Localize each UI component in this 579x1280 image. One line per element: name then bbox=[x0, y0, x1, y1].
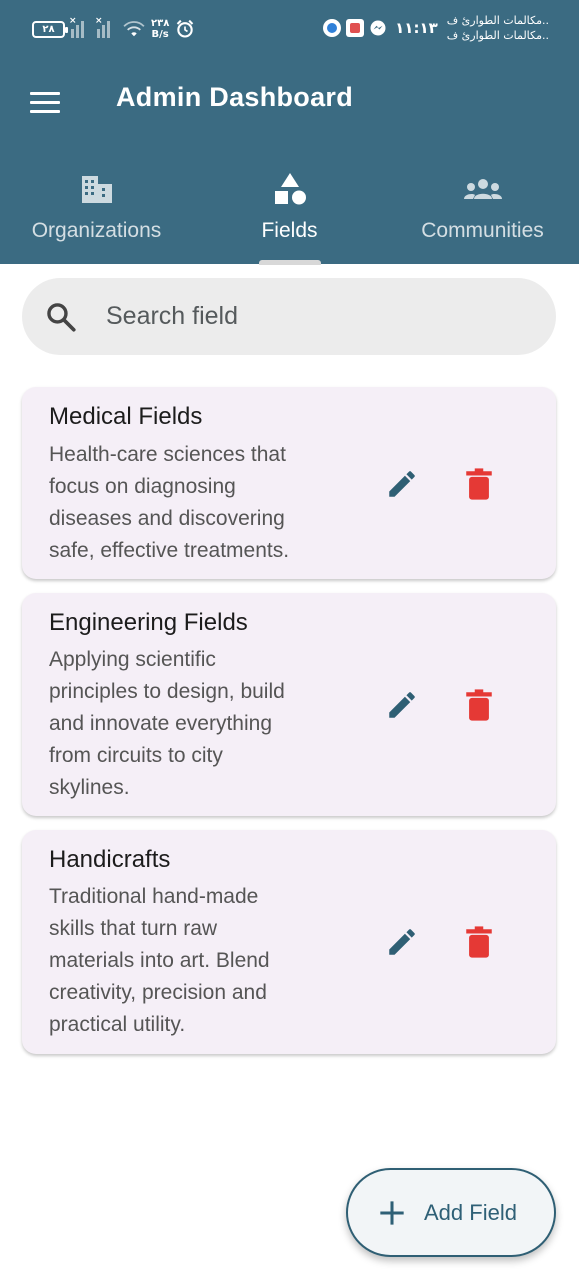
tab-organizations-label: Organizations bbox=[31, 219, 162, 242]
tab-fields[interactable]: Fields bbox=[193, 160, 386, 264]
field-description-line: materials into art. Blend bbox=[49, 949, 270, 972]
building-icon bbox=[81, 176, 112, 203]
field-card: Medical Fields Health-care sciences that… bbox=[22, 387, 556, 579]
battery-level: ٢٨ bbox=[42, 23, 55, 35]
category-shapes-icon bbox=[274, 173, 306, 205]
tab-communities[interactable]: Communities bbox=[386, 160, 579, 264]
delete-icon[interactable] bbox=[464, 688, 494, 722]
add-field-label: Add Field bbox=[424, 1199, 517, 1225]
field-name: Handicrafts bbox=[49, 846, 171, 873]
signal-icon: × bbox=[69, 16, 91, 38]
field-description-line: principles to design, build bbox=[49, 680, 285, 703]
status-right: ١١:١٣ مكالمات الطوارئ ف.. مكالمات الطوار… bbox=[323, 10, 549, 46]
app-bar: Admin Dashboard bbox=[0, 72, 579, 132]
browser-app-icon bbox=[323, 19, 342, 37]
notification-line-2: مكالمات الطوارئ ف.. bbox=[446, 29, 549, 42]
field-description-line: creativity, precision and bbox=[49, 981, 267, 1004]
delete-icon[interactable] bbox=[464, 467, 494, 501]
edit-icon[interactable] bbox=[385, 925, 419, 959]
field-description-line: diseases and discovering bbox=[49, 507, 285, 530]
messenger-icon bbox=[370, 20, 386, 36]
search-icon bbox=[47, 302, 76, 332]
tab-communities-label: Communities bbox=[421, 219, 544, 242]
status-time: ١١:١٣ bbox=[395, 19, 438, 37]
notification-line-1: مكالمات الطوارئ ف.. bbox=[446, 14, 549, 27]
tab-fields-label: Fields bbox=[261, 219, 318, 242]
add-field-button[interactable]: Add Field bbox=[346, 1168, 556, 1257]
tab-organizations[interactable]: Organizations bbox=[0, 160, 193, 264]
plus-icon bbox=[380, 1200, 404, 1225]
field-description-line: focus on diagnosing bbox=[49, 475, 236, 498]
app-notification-icon bbox=[346, 19, 365, 37]
field-name: Engineering Fields bbox=[49, 609, 248, 636]
app-screen: ٢٨ × × ٢٣٨ B/s ١١:١٣ مكالمات الطوارئ ف..… bbox=[0, 0, 579, 1280]
tab-bar: Organizations Fields Communities bbox=[0, 160, 579, 264]
edit-icon[interactable] bbox=[385, 467, 419, 501]
alarm-icon bbox=[177, 19, 194, 38]
battery-icon: ٢٨ bbox=[32, 20, 68, 38]
search-input[interactable]: Search field bbox=[22, 278, 556, 355]
notification-text: مكالمات الطوارئ ف.. مكالمات الطوارئ ف.. bbox=[447, 13, 549, 43]
groups-icon bbox=[463, 179, 502, 199]
page-title: Admin Dashboard bbox=[116, 82, 354, 112]
tab-indicator bbox=[259, 260, 321, 265]
status-bar: ٢٨ × × ٢٣٨ B/s ١١:١٣ مكالمات الطوارئ ف..… bbox=[0, 0, 579, 60]
field-description-line: safe, effective treatments. bbox=[49, 539, 290, 562]
field-description-line: practical utility. bbox=[49, 1013, 186, 1036]
field-description-line: Applying scientific bbox=[49, 648, 216, 671]
field-description: Traditional hand-made skills that turn r… bbox=[49, 881, 349, 1041]
delete-icon[interactable] bbox=[464, 925, 494, 959]
edit-icon[interactable] bbox=[385, 688, 419, 722]
field-card: Engineering Fields Applying scientific p… bbox=[22, 593, 556, 816]
hamburger-menu-icon[interactable] bbox=[24, 84, 66, 120]
field-description: Health-care sciences that focus on diagn… bbox=[49, 439, 349, 567]
network-speed-unit: B/s bbox=[151, 29, 169, 40]
field-description-line: skills that turn raw bbox=[49, 917, 218, 940]
wifi-icon bbox=[123, 21, 145, 37]
network-speed-value: ٢٣٨ bbox=[151, 18, 170, 29]
field-description-line: from circuits to city bbox=[49, 744, 223, 767]
status-left: ٢٨ × × ٢٣٨ B/s bbox=[32, 14, 195, 44]
field-description-line: Health-care sciences that bbox=[49, 443, 286, 466]
field-name: Medical Fields bbox=[49, 403, 203, 430]
field-description-line: and innovate everything bbox=[49, 712, 272, 735]
field-description-line: Traditional hand-made bbox=[49, 885, 259, 908]
field-description: Applying scientific principles to design… bbox=[49, 644, 349, 804]
header: ٢٨ × × ٢٣٨ B/s ١١:١٣ مكالمات الطوارئ ف..… bbox=[0, 0, 579, 264]
field-card: Handicrafts Traditional hand-made skills… bbox=[22, 830, 556, 1054]
field-description-line: skylines. bbox=[49, 776, 130, 799]
signal-icon-2: × bbox=[95, 16, 117, 38]
search-placeholder: Search field bbox=[106, 302, 239, 330]
network-speed: ٢٣٨ B/s bbox=[151, 18, 169, 40]
